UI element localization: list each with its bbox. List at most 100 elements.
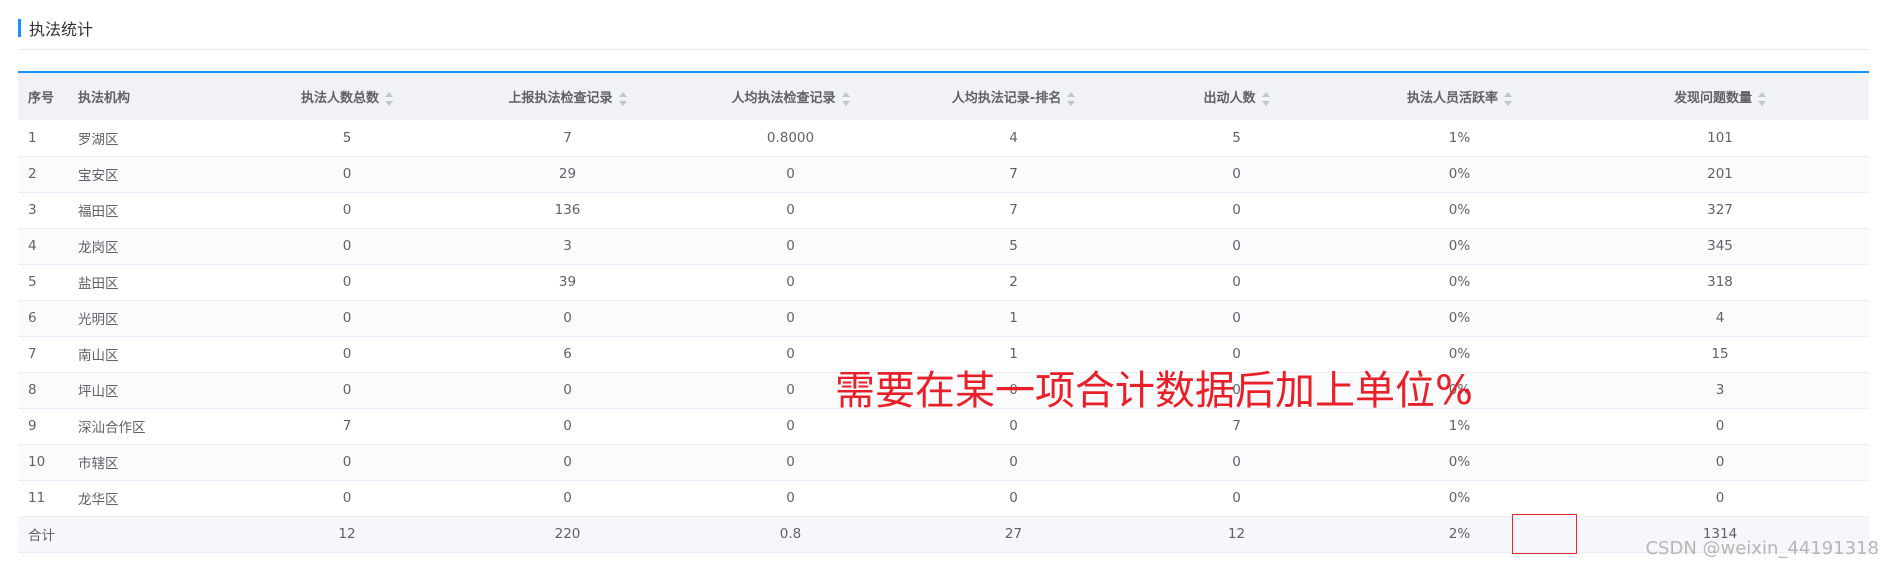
cell-reported-records: 0 (563, 490, 572, 506)
col-header-label: 执法机构 (78, 91, 131, 106)
table-row[interactable]: 10 市辖区 0 0 0 0 0 0% 0 (18, 444, 1869, 480)
total-cell-dispatched: 12 (1227, 526, 1246, 542)
cell-activity-rate: 0% (1448, 274, 1471, 290)
cell-agency: 龙岗区 (78, 240, 119, 256)
cell-dispatched: 0 (1232, 274, 1241, 290)
annotation-text: 需要在某一项合计数据后加上单位% (835, 368, 1474, 414)
table-total-row: 合计 12 220 0.8 27 12 2% 1314 (18, 516, 1869, 552)
cell-index: 5 (28, 274, 37, 290)
section-header: 执法统计 (18, 14, 1869, 42)
table-row[interactable]: 6 光明区 0 0 0 1 0 0% 4 (18, 300, 1869, 336)
cell-dispatched: 0 (1232, 454, 1241, 470)
cell-total-officers: 0 (342, 202, 352, 218)
cell-dispatched: 5 (1232, 129, 1241, 146)
cell-reported-records: 3 (563, 238, 572, 254)
table-row[interactable]: 5 盐田区 0 39 0 2 0 0% 318 (18, 264, 1869, 300)
cell-issues-found: 0 (1715, 418, 1725, 434)
col-header-issues-found[interactable]: 发现问题数量 (1571, 73, 1869, 120)
col-header-activity-rate[interactable]: 执法人员活跃率 (1348, 73, 1571, 120)
col-header-label: 执法人员活跃率 (1406, 91, 1498, 106)
cell-avg-rank: 2 (1009, 274, 1018, 290)
cell-total-officers: 0 (342, 310, 352, 326)
cell-agency: 宝安区 (78, 168, 119, 184)
stats-table-container: 序号 执法机构 执法人数总数 上报执法检查记录 人均执法检查记录 人均执法记录-… (18, 71, 1869, 553)
col-header-agency: 执法机构 (68, 73, 238, 120)
table-row[interactable]: 4 龙岗区 0 3 0 5 0 0% 345 (18, 228, 1869, 264)
cell-dispatched: 0 (1232, 202, 1241, 218)
cell-issues-found: 101 (1707, 129, 1733, 146)
total-cell-agency (68, 516, 238, 552)
col-header-reported-records[interactable]: 上报执法检查记录 (456, 73, 679, 120)
cell-activity-rate: 0% (1448, 202, 1471, 218)
cell-activity-rate: 0% (1448, 166, 1471, 182)
cell-dispatched: 0 (1232, 310, 1241, 326)
cell-total-officers: 0 (342, 346, 352, 362)
col-header-label: 人均执法检查记录 (731, 91, 836, 106)
cell-reported-records: 39 (558, 274, 577, 290)
cell-avg-records: 0 (786, 310, 795, 326)
cell-avg-rank: 4 (1009, 129, 1018, 146)
cell-reported-records: 29 (558, 166, 577, 182)
table-row[interactable]: 11 龙华区 0 0 0 0 0 0% 0 (18, 480, 1869, 516)
header-divider (18, 49, 1869, 50)
sort-icon[interactable] (1067, 91, 1076, 106)
col-header-dispatched[interactable]: 出动人数 (1125, 73, 1348, 120)
sort-icon[interactable] (1758, 91, 1766, 106)
col-header-label: 序号 (28, 91, 55, 106)
sort-icon[interactable] (618, 91, 627, 106)
sort-icon[interactable] (1504, 91, 1512, 106)
table-row[interactable]: 2 宝安区 0 29 0 7 0 0% 201 (18, 156, 1869, 192)
cell-avg-rank: 1 (1009, 310, 1018, 326)
cell-issues-found: 0 (1715, 454, 1725, 470)
cell-total-officers: 0 (342, 454, 352, 470)
stats-table: 序号 执法机构 执法人数总数 上报执法检查记录 人均执法检查记录 人均执法记录-… (18, 73, 1869, 553)
cell-avg-rank: 0 (1009, 490, 1018, 506)
sort-icon[interactable] (1261, 91, 1270, 106)
col-header-label: 发现问题数量 (1673, 91, 1752, 106)
cell-activity-rate: 0% (1448, 238, 1471, 254)
cell-total-officers: 0 (342, 490, 352, 506)
col-header-avg-records[interactable]: 人均执法检查记录 (679, 73, 902, 120)
total-cell-avg-rank: 27 (1004, 526, 1023, 542)
cell-agency: 市辖区 (78, 456, 119, 472)
cell-activity-rate: 0% (1448, 310, 1471, 326)
sort-icon[interactable] (385, 91, 393, 106)
cell-agency: 龙华区 (78, 492, 119, 508)
cell-total-officers: 0 (342, 382, 352, 398)
cell-activity-rate: 0% (1448, 454, 1471, 470)
cell-reported-records: 7 (563, 129, 572, 146)
cell-agency: 光明区 (78, 312, 119, 328)
cell-index: 3 (28, 202, 37, 218)
cell-reported-records: 136 (554, 202, 581, 218)
table-row[interactable]: 3 福田区 0 136 0 7 0 0% 327 (18, 192, 1869, 228)
sort-icon[interactable] (841, 91, 850, 106)
cell-reported-records: 0 (563, 382, 572, 398)
col-header-avg-rank[interactable]: 人均执法记录-排名 (902, 73, 1125, 120)
col-header-total-officers[interactable]: 执法人数总数 (238, 73, 456, 120)
cell-avg-rank: 0 (1009, 454, 1018, 470)
cell-agency: 深汕合作区 (78, 420, 146, 436)
total-cell-total-officers: 12 (338, 526, 356, 542)
cell-agency: 罗湖区 (78, 131, 119, 148)
cell-issues-found: 15 (1711, 346, 1729, 362)
cell-index: 1 (28, 129, 37, 146)
cell-agency: 南山区 (78, 348, 119, 364)
table-header-row: 序号 执法机构 执法人数总数 上报执法检查记录 人均执法检查记录 人均执法记录-… (18, 73, 1869, 120)
cell-activity-rate: 0% (1448, 490, 1471, 506)
cell-agency: 福田区 (78, 204, 119, 220)
table-row[interactable]: 1 罗湖区 5 7 0.8000 4 5 1% 101 (18, 120, 1869, 156)
cell-issues-found: 3 (1715, 382, 1725, 398)
cell-avg-rank: 7 (1009, 166, 1018, 182)
cell-index: 9 (28, 418, 37, 434)
cell-avg-records: 0.8000 (766, 129, 815, 146)
header-accent-bar (18, 19, 21, 37)
watermark: CSDN @weixin_44191318 (1645, 538, 1879, 559)
cell-avg-records: 0 (786, 166, 795, 182)
cell-avg-rank: 7 (1009, 202, 1018, 218)
page-title: 执法统计 (29, 20, 94, 39)
cell-index: 11 (28, 490, 46, 506)
cell-reported-records: 6 (563, 346, 572, 362)
total-cell-reported-records: 220 (554, 526, 581, 542)
total-cell-avg-records: 0.8 (779, 526, 802, 542)
cell-issues-found: 4 (1715, 310, 1725, 326)
